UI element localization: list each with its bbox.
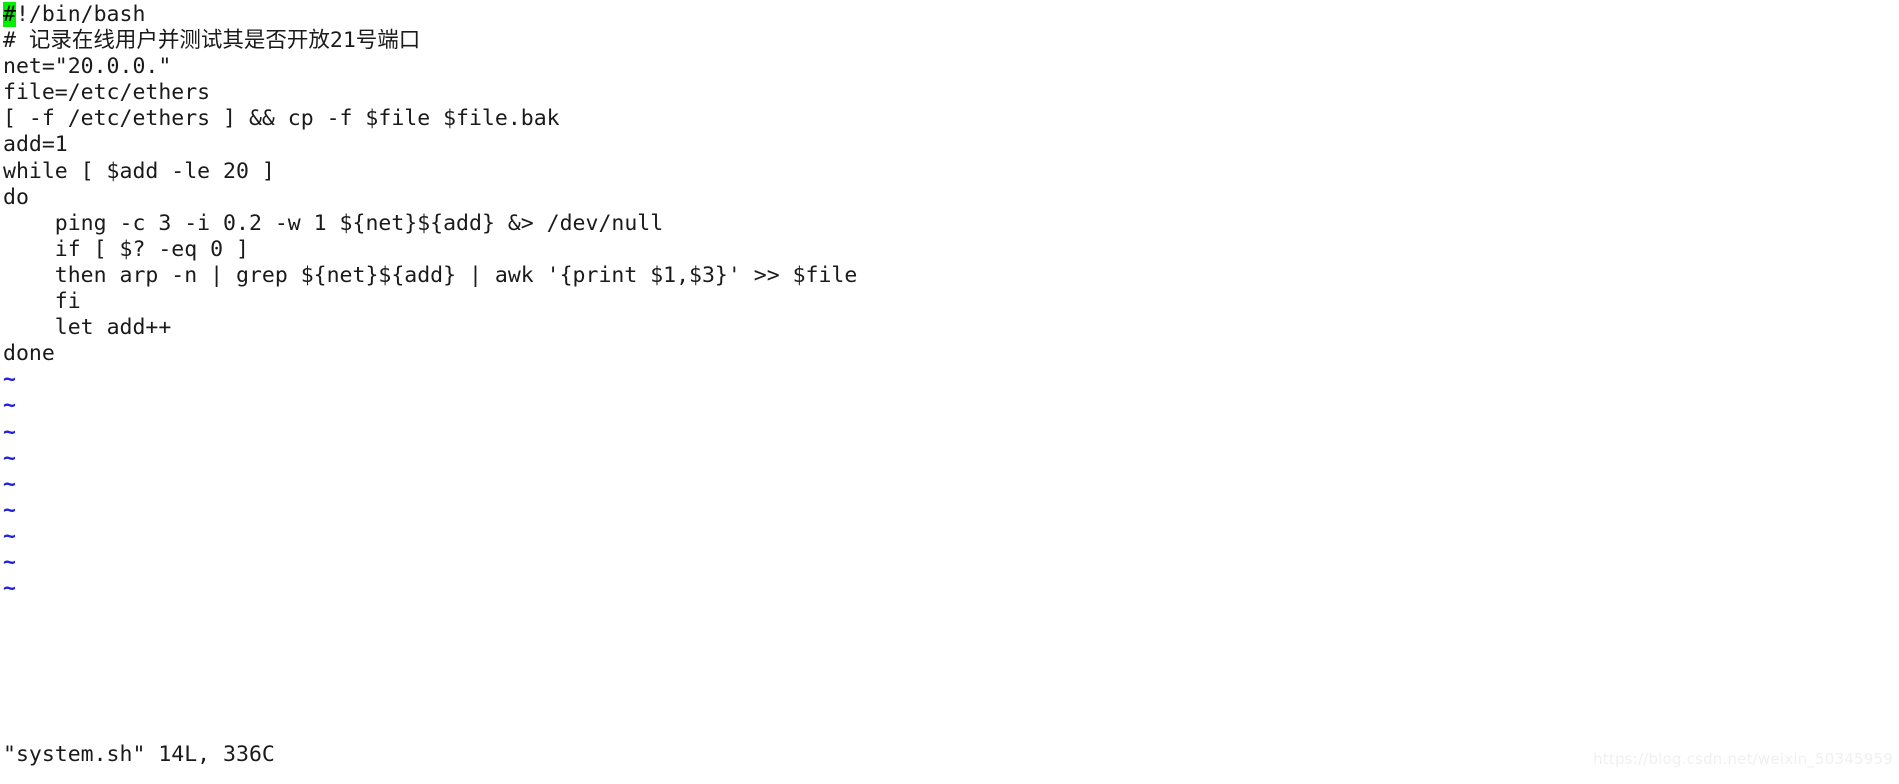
buffer-line[interactable]: then arp -n | grep ${net}${add} | awk '{… (3, 263, 1893, 289)
empty-line-marker: ~ (3, 576, 16, 602)
status-line: "system.sh" 14L, 336C (3, 742, 275, 767)
line-text: # 记录在线用户并测试其是否开放21号端口 (3, 28, 421, 54)
line-text: do (3, 184, 29, 210)
buffer-line[interactable]: # 记录在线用户并测试其是否开放21号端口 (3, 28, 1893, 54)
buffer-line[interactable]: [ -f /etc/ethers ] && cp -f $file $file.… (3, 106, 1893, 132)
buffer-line[interactable]: #!/bin/bash (3, 2, 1893, 28)
line-text: add=1 (3, 132, 68, 158)
line-text: fi (41, 289, 81, 315)
buffer-line[interactable]: do (3, 185, 1893, 211)
buffer-line[interactable]: if [ $? -eq 0 ] (3, 237, 1893, 263)
buffer-line[interactable]: add=1 (3, 132, 1893, 158)
csdn-watermark: https://blog.csdn.net/weixin_50345959 (1593, 750, 1893, 768)
buffer-line[interactable]: net="20.0.0." (3, 54, 1893, 80)
buffer-line[interactable]: file=/etc/ethers (3, 80, 1893, 106)
cursor-block: # (3, 2, 16, 27)
empty-line-marker: ~ (3, 419, 16, 445)
empty-line-marker: ~ (3, 445, 16, 471)
vim-terminal-screen: #!/bin/bash # 记录在线用户并测试其是否开放21号端口 net="20.… (0, 0, 1899, 784)
empty-line-marker: ~ (3, 393, 16, 419)
line-text: net="20.0.0." (3, 54, 172, 80)
buffer-line[interactable]: ping -c 3 -i 0.2 -w 1 ${net}${add} &> /d… (3, 211, 1893, 237)
line-text: ping -c 3 -i 0.2 -w 1 ${net}${add} &> /d… (41, 210, 664, 236)
line-text: !/bin/bash (15, 2, 146, 27)
buffer-line[interactable]: fi (3, 289, 1893, 315)
empty-line-marker: ~ (3, 367, 16, 393)
empty-line-marker: ~ (3, 471, 16, 497)
line-text: file=/etc/ethers (3, 80, 211, 106)
line-text: while [ $add -le 20 ] (3, 158, 275, 184)
buffer-line[interactable]: let add++ (3, 315, 1893, 341)
empty-line-marker: ~ (3, 523, 16, 549)
line-text: if [ $? -eq 0 ] (41, 236, 249, 262)
buffer-line[interactable]: while [ $add -le 20 ] (3, 159, 1893, 185)
line-text: let add++ (41, 315, 172, 341)
line-text: done (3, 341, 55, 367)
line-text: then arp -n | grep ${net}${add} | awk '{… (41, 262, 858, 288)
empty-line-marker: ~ (3, 549, 16, 575)
empty-line-marker: ~ (3, 497, 16, 523)
line-text: [ -f /etc/ethers ] && cp -f $file $file.… (3, 106, 560, 132)
buffer-line[interactable]: done (3, 341, 1893, 367)
text-buffer[interactable]: #!/bin/bash # 记录在线用户并测试其是否开放21号端口 net="20.… (3, 2, 1893, 602)
